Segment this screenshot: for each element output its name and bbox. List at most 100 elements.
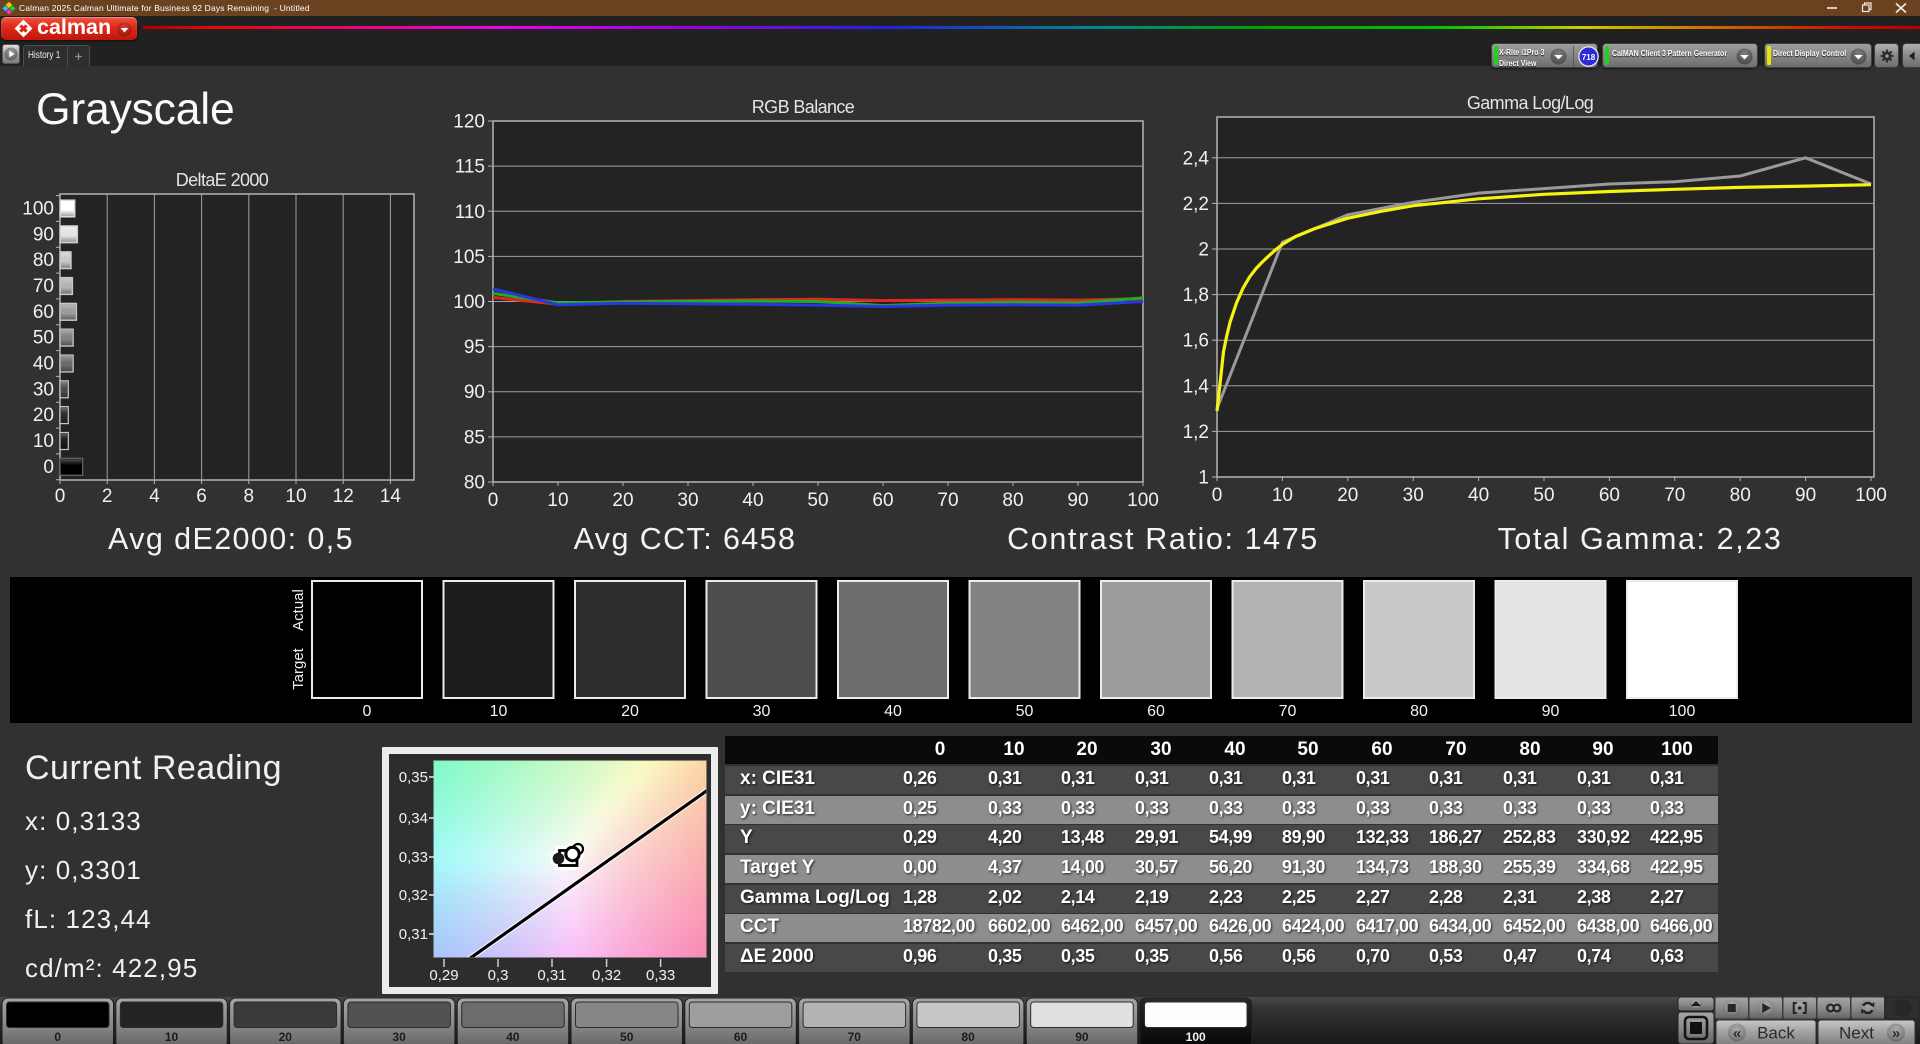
svg-text:2,4: 2,4 bbox=[1183, 148, 1210, 169]
svg-text:14: 14 bbox=[380, 486, 402, 507]
svg-text:0: 0 bbox=[43, 457, 54, 478]
svg-text:0: 0 bbox=[1212, 485, 1223, 506]
svg-text:40: 40 bbox=[742, 490, 763, 511]
svg-text:1,4: 1,4 bbox=[1183, 376, 1210, 397]
svg-text:90: 90 bbox=[1795, 485, 1816, 506]
svg-text:60: 60 bbox=[872, 490, 893, 511]
svg-text:Back: Back bbox=[1757, 1024, 1795, 1043]
svg-text:50: 50 bbox=[1016, 703, 1034, 720]
svg-text:115: 115 bbox=[455, 157, 485, 178]
svg-text:10: 10 bbox=[1272, 485, 1293, 506]
svg-text:100: 100 bbox=[1186, 1030, 1206, 1044]
svg-text:40: 40 bbox=[33, 354, 54, 375]
svg-text:50: 50 bbox=[1533, 485, 1554, 506]
svg-text:30: 30 bbox=[753, 703, 771, 720]
svg-text:2,2: 2,2 bbox=[1183, 194, 1209, 215]
svg-text:85: 85 bbox=[464, 427, 485, 448]
svg-text:10: 10 bbox=[547, 490, 568, 511]
svg-text:70: 70 bbox=[848, 1030, 862, 1044]
svg-text:40: 40 bbox=[506, 1030, 520, 1044]
svg-text:40: 40 bbox=[1468, 485, 1489, 506]
svg-text:100: 100 bbox=[1855, 485, 1887, 506]
svg-text:80: 80 bbox=[33, 250, 54, 271]
svg-text:100: 100 bbox=[453, 292, 485, 313]
svg-text:20: 20 bbox=[612, 490, 633, 511]
svg-text:95: 95 bbox=[464, 337, 485, 358]
svg-text:0,32: 0,32 bbox=[399, 887, 428, 904]
svg-text:20: 20 bbox=[33, 405, 54, 426]
svg-text:100: 100 bbox=[22, 199, 54, 220]
svg-text:90: 90 bbox=[1067, 490, 1088, 511]
svg-text:60: 60 bbox=[33, 302, 54, 323]
svg-text:80: 80 bbox=[1410, 703, 1428, 720]
svg-text:0,34: 0,34 bbox=[399, 810, 428, 827]
svg-text:20: 20 bbox=[279, 1030, 293, 1044]
svg-text:70: 70 bbox=[1279, 703, 1297, 720]
svg-text:0,33: 0,33 bbox=[646, 967, 675, 984]
svg-text:»: » bbox=[1892, 1025, 1900, 1042]
svg-text:0: 0 bbox=[54, 1030, 61, 1044]
svg-text:RGB Balance: RGB Balance bbox=[752, 97, 855, 117]
svg-text:100: 100 bbox=[1127, 490, 1159, 511]
svg-text:0,35: 0,35 bbox=[399, 769, 428, 786]
svg-text:Target: Target bbox=[290, 647, 307, 690]
svg-text:110: 110 bbox=[455, 202, 485, 223]
svg-text:0,33: 0,33 bbox=[399, 849, 428, 866]
svg-text:50: 50 bbox=[807, 490, 828, 511]
svg-text:12: 12 bbox=[333, 486, 354, 507]
svg-text:80: 80 bbox=[464, 473, 485, 494]
svg-text:0: 0 bbox=[55, 486, 66, 507]
svg-text:30: 30 bbox=[392, 1030, 406, 1044]
svg-text:10: 10 bbox=[285, 486, 306, 507]
svg-text:40: 40 bbox=[884, 703, 902, 720]
svg-text:70: 70 bbox=[937, 490, 958, 511]
svg-text:90: 90 bbox=[464, 382, 485, 403]
svg-text:6: 6 bbox=[196, 486, 207, 507]
svg-text:0: 0 bbox=[363, 703, 372, 720]
svg-text:8: 8 bbox=[244, 486, 255, 507]
svg-text:10: 10 bbox=[165, 1030, 179, 1044]
svg-text:718: 718 bbox=[1582, 53, 1596, 62]
svg-text:60: 60 bbox=[1599, 485, 1620, 506]
svg-text:50: 50 bbox=[33, 328, 54, 349]
svg-text:0,29: 0,29 bbox=[429, 967, 458, 984]
svg-text:1: 1 bbox=[1198, 468, 1209, 489]
svg-text:90: 90 bbox=[33, 224, 54, 245]
svg-text:2: 2 bbox=[102, 486, 113, 507]
svg-text:20: 20 bbox=[1337, 485, 1358, 506]
svg-text:30: 30 bbox=[677, 490, 698, 511]
svg-text:Actual: Actual bbox=[290, 589, 307, 631]
svg-text:10: 10 bbox=[33, 431, 54, 452]
svg-text:80: 80 bbox=[961, 1030, 975, 1044]
svg-text:60: 60 bbox=[734, 1030, 748, 1044]
svg-text:«: « bbox=[1733, 1025, 1741, 1042]
svg-text:90: 90 bbox=[1542, 703, 1560, 720]
svg-text:30: 30 bbox=[33, 379, 54, 400]
svg-text:80: 80 bbox=[1730, 485, 1751, 506]
svg-text:Next: Next bbox=[1839, 1024, 1874, 1043]
svg-text:1,8: 1,8 bbox=[1183, 285, 1209, 306]
svg-text:120: 120 bbox=[453, 112, 485, 133]
svg-text:90: 90 bbox=[1075, 1030, 1089, 1044]
svg-text:10: 10 bbox=[490, 703, 508, 720]
svg-text:30: 30 bbox=[1403, 485, 1424, 506]
svg-text:0,3: 0,3 bbox=[488, 967, 509, 984]
svg-text:105: 105 bbox=[453, 247, 485, 268]
svg-text:0: 0 bbox=[488, 490, 499, 511]
svg-text:100: 100 bbox=[1669, 703, 1696, 720]
svg-text:50: 50 bbox=[620, 1030, 634, 1044]
svg-text:1,2: 1,2 bbox=[1183, 422, 1209, 443]
svg-text:60: 60 bbox=[1147, 703, 1165, 720]
svg-text:70: 70 bbox=[1664, 485, 1685, 506]
svg-text:DeltaE 2000: DeltaE 2000 bbox=[176, 170, 269, 190]
svg-text:0,31: 0,31 bbox=[537, 967, 566, 984]
svg-text:4: 4 bbox=[149, 486, 160, 507]
svg-text:0,32: 0,32 bbox=[592, 967, 621, 984]
svg-text:80: 80 bbox=[1002, 490, 1023, 511]
svg-text:2: 2 bbox=[1198, 240, 1209, 261]
svg-text:20: 20 bbox=[621, 703, 639, 720]
svg-text:70: 70 bbox=[33, 276, 54, 297]
svg-text:1,6: 1,6 bbox=[1183, 331, 1209, 352]
svg-text:0,31: 0,31 bbox=[399, 926, 428, 943]
svg-text:Gamma Log/Log: Gamma Log/Log bbox=[1467, 93, 1593, 113]
